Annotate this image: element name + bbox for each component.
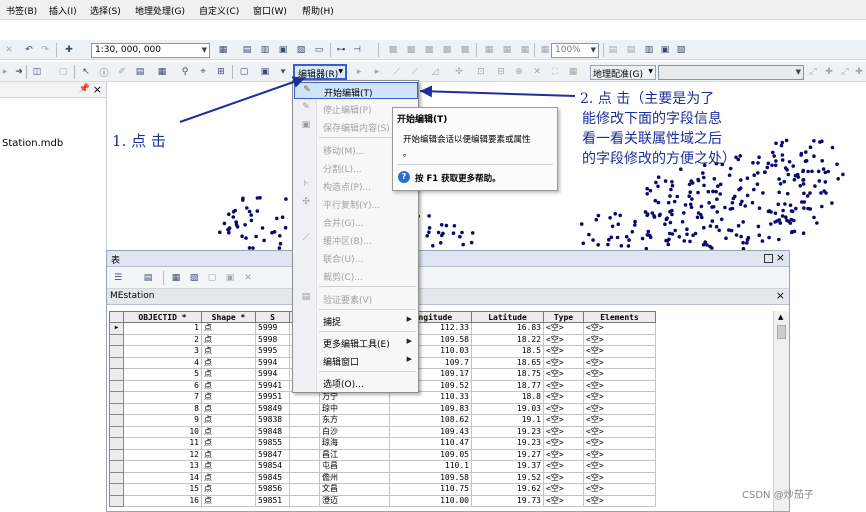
annotation-step2-line3: 看一看关联属性域之后 [582, 131, 722, 147]
annotation-step1: 1. 点 击 [112, 132, 166, 150]
annotation-step2-line1: 2. 点 击（主要是为了 [580, 91, 715, 107]
annotation-arrows [179, 76, 576, 123]
annotation-step2-line2: 能修改下面的字段信息 [582, 111, 722, 127]
watermark: CSDN @炒茄子 [742, 490, 814, 501]
annotation-step2-line4: 的字段修改的方便之处） [582, 151, 736, 167]
